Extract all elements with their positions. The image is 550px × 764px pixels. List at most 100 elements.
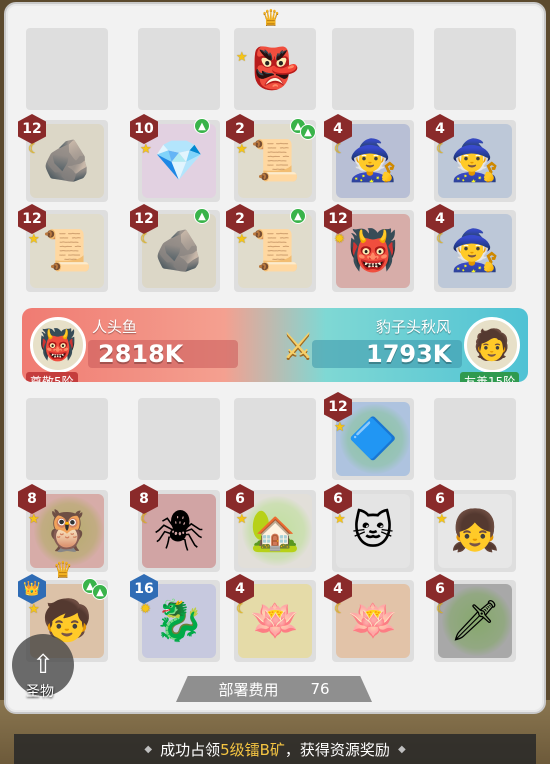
left-player-name: 人头鱼: [92, 318, 138, 336]
unit-glyph: 🪨: [154, 228, 204, 274]
unit-slot-goblin-chief[interactable]: 👺 ★ ♛: [234, 6, 316, 110]
left-power-value: 2818K: [98, 340, 184, 368]
goblin-chief-icon: 👺: [238, 32, 312, 106]
empty-slot[interactable]: [332, 28, 414, 110]
empty-slot[interactable]: [138, 398, 220, 480]
unit-slot-cat-photo[interactable]: 🐱 6 ★: [324, 484, 414, 572]
unit-slot-gold-rune-stone[interactable]: 🪨 12 ☾: [18, 114, 108, 202]
toast-message: 成功占领5级镭B矿，获得资源奖励: [160, 739, 390, 760]
unit-glyph: 💎: [154, 138, 204, 184]
unit-slot-girl-photo[interactable]: 👧 6 ★: [426, 484, 516, 572]
star-rank-icon: ★: [28, 602, 40, 617]
star-rank-icon: ★: [436, 512, 448, 527]
star-rank-icon: ★: [236, 50, 248, 65]
moon-rank-icon: ☾: [436, 232, 448, 247]
toast-left-dot: ◆: [144, 743, 153, 755]
star-rank-icon: ★: [28, 512, 40, 527]
unit-slot-spider-hand[interactable]: 🕷 8 ☾: [130, 484, 220, 572]
right-player-name: 豹子头秋风: [376, 318, 452, 336]
upgrade-arrow-icon: ▲: [300, 124, 316, 140]
unit-glyph: 🐱: [352, 508, 394, 554]
crown-icon: ♛: [261, 6, 281, 31]
empty-slot[interactable]: [234, 398, 316, 480]
unit-glyph: 👹: [348, 228, 398, 274]
empty-slot[interactable]: [434, 398, 516, 480]
empty-slot[interactable]: [138, 28, 220, 110]
moon-rank-icon: ☾: [436, 602, 448, 617]
unit-slot-witch-slime[interactable]: 🧙 4 ☾: [426, 204, 516, 292]
empty-slot[interactable]: [434, 28, 516, 110]
left-relation-tag: 尊敬5阶: [26, 372, 78, 382]
unit-glyph: 🪷: [250, 598, 300, 644]
deploy-cost-bar: 部署费用 76: [176, 676, 372, 702]
unit-slot-blue-crystal[interactable]: 🔷 12 ★: [324, 392, 414, 480]
unit-slot-crystal-scroll[interactable]: 📜 2 ★ ▲: [226, 204, 316, 292]
toast-suffix: ，获得资源奖励: [284, 740, 390, 759]
unit-slot-witch-slime[interactable]: 🧙 4 ☾: [426, 114, 516, 202]
unit-glyph: 🧙: [450, 228, 500, 274]
unit-glyph: 📜: [250, 228, 300, 274]
deploy-cost-label: 部署费用: [218, 680, 279, 699]
unit-glyph: 🏡: [250, 508, 300, 554]
moon-rank-icon: ☾: [334, 142, 346, 157]
upload-arrow-icon: ⇧: [32, 650, 54, 680]
unit-glyph: 🔷: [348, 416, 398, 462]
upgrade-arrow-icon: ▲: [194, 208, 210, 224]
right-relation-tag: 友善15阶: [460, 372, 520, 382]
unit-glyph: 📜: [250, 138, 300, 184]
deploy-cost-value: 76: [310, 680, 330, 698]
star-rank-icon: ★: [236, 512, 248, 527]
moon-rank-icon: ☾: [236, 602, 248, 617]
unit-slot-jagged-blade[interactable]: 🗡 6 ☾: [426, 574, 516, 662]
unit-glyph: 🗡: [449, 598, 501, 644]
moon-rank-icon: ☾: [334, 602, 346, 617]
unit-slot-cottage[interactable]: 🏡 6 ★: [226, 484, 316, 572]
unit-slot-crystal-egg[interactable]: 💎 10 ★ ▲: [130, 114, 220, 202]
upgrade-arrow-icon: ▲: [290, 208, 306, 224]
unit-slot-demon-warlord[interactable]: 👹 12 ✹: [324, 204, 414, 292]
unit-glyph: 📜: [42, 228, 92, 274]
notification-toast: ◆ 成功占领5级镭B矿，获得资源奖励 ◆: [14, 734, 536, 764]
toast-prefix: 成功占领: [160, 740, 221, 759]
right-power-value: 1793K: [366, 340, 452, 368]
unit-glyph: 🐉: [154, 598, 204, 644]
upgrade-arrow-icon: ▲: [92, 584, 108, 600]
unit-slot-gold-rune-scroll[interactable]: 📜 12 ★: [18, 204, 108, 292]
star-rank-icon: ★: [28, 232, 40, 247]
vs-banner: 👹 人头鱼 2818K 尊敬5阶 ⚔ 豹子头秋风 1793K 🧑 友善15阶: [22, 308, 528, 382]
unit-glyph: 🦉: [42, 508, 92, 554]
moon-rank-icon: ☾: [140, 232, 152, 247]
toast-highlight: 5级镭B矿: [220, 740, 285, 759]
unit-slot-azure-dragon[interactable]: 🐉 16 ✹: [130, 574, 220, 662]
left-avatar-icon: 👹: [39, 327, 77, 363]
star-rank-icon: ★: [140, 142, 152, 157]
sun-rank-icon: ✹: [140, 602, 151, 617]
star-rank-icon: ★: [334, 420, 346, 435]
sun-rank-icon: ✹: [334, 232, 345, 247]
toast-right-dot: ◆: [397, 743, 406, 755]
unit-slot-wizard-hat-mage[interactable]: 🧙 4 ☾: [324, 114, 414, 202]
star-rank-icon: ★: [236, 142, 248, 157]
unit-glyph: 🪨: [42, 138, 92, 184]
unit-slot-gold-rune-stone[interactable]: 🪨 12 ☾ ▲: [130, 204, 220, 292]
unit-glyph: 👺: [250, 46, 300, 92]
right-player-avatar[interactable]: 🧑: [464, 317, 520, 373]
star-rank-icon: ★: [236, 232, 248, 247]
left-player-avatar[interactable]: 👹: [30, 317, 86, 373]
moon-rank-icon: ☾: [140, 512, 152, 527]
unit-glyph: 👧: [450, 508, 500, 554]
unit-glyph: 🧙: [450, 138, 500, 184]
upgrade-arrow-icon: ▲: [194, 118, 210, 134]
unit-glyph: 🕷: [153, 508, 205, 554]
unit-slot-rainbow-lotus[interactable]: 🪷 4 ☾: [324, 574, 414, 662]
unit-slot-rainbow-lotus-hearts[interactable]: 🪷 4 ☾: [226, 574, 316, 662]
empty-slot[interactable]: [26, 28, 108, 110]
moon-rank-icon: ☾: [28, 142, 40, 157]
crown-icon: ♛: [53, 558, 73, 583]
moon-rank-icon: ☾: [436, 142, 448, 157]
unit-slot-crystal-scroll[interactable]: 📜 2 ★ ▲ ▲: [226, 114, 316, 202]
empty-slot[interactable]: [26, 398, 108, 480]
right-avatar-icon: 🧑: [473, 327, 511, 363]
relic-label: 圣物: [26, 684, 54, 700]
unit-glyph: 🪷: [348, 598, 398, 644]
